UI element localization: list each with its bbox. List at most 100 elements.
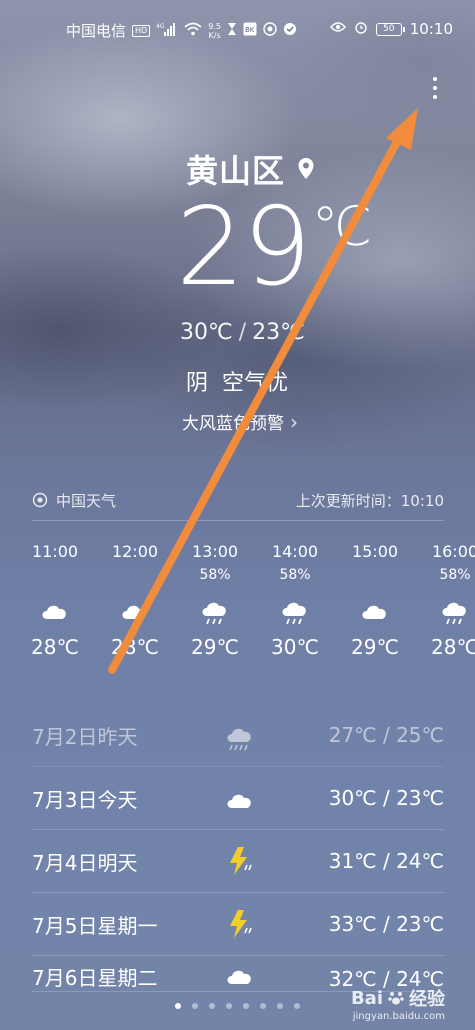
- day-temp-range: 30℃ / 23℃: [328, 786, 444, 810]
- cellular-signal-icon: 4G: [156, 22, 178, 40]
- day-label: 7月4日明天: [32, 850, 138, 875]
- divider: [32, 520, 444, 521]
- current-temp-unit: ℃: [311, 195, 373, 258]
- hour-temp: 29℃: [351, 635, 399, 659]
- updated-label: 上次更新时间：: [295, 491, 401, 510]
- shower-icon: [175, 586, 255, 632]
- hourly-item: 13:00 58% 29℃: [175, 540, 255, 662]
- hour-time: 13:00: [191, 542, 239, 561]
- arrow-head: [386, 108, 418, 150]
- app-badge-icon: [263, 21, 277, 40]
- eye-icon: [329, 21, 346, 37]
- hour-time: 16:00: [431, 542, 475, 561]
- hourly-item: 15:00 29℃: [335, 540, 415, 662]
- network-speed: 9.5 K/s: [208, 22, 221, 40]
- day-label: 7月2日昨天: [32, 724, 138, 749]
- page-dot: [243, 1003, 249, 1009]
- range-separator: /: [238, 320, 247, 345]
- page-dot-active: [175, 1003, 181, 1009]
- daily-row[interactable]: 7月4日明天 31℃ / 24℃: [32, 830, 444, 893]
- daily-row[interactable]: 7月5日星期一 33℃ / 23℃: [32, 893, 444, 956]
- speed-value: 9.5: [208, 21, 221, 31]
- carrier-label: 中国电信: [66, 22, 127, 40]
- more-options-button[interactable]: [422, 70, 448, 106]
- alarm-icon: [354, 20, 368, 38]
- paw-icon: [388, 992, 404, 1005]
- svg-text:4G: 4G: [156, 23, 165, 30]
- cloud-icon: [220, 781, 260, 815]
- hd-badge: HD: [132, 24, 151, 37]
- hour-temp: 28℃: [111, 635, 159, 659]
- cloud-icon: [220, 957, 260, 991]
- hour-time: 11:00: [31, 542, 79, 561]
- today-range: 30℃/23℃: [180, 320, 305, 345]
- wifi-icon: [184, 22, 202, 40]
- chevron-right-icon: ›: [290, 409, 298, 434]
- daily-row[interactable]: 7月2日昨天 27℃ / 25℃: [32, 704, 444, 767]
- watermark-brand: Bai: [350, 987, 383, 1009]
- dot-1: [433, 77, 437, 81]
- dot-2: [433, 86, 437, 90]
- daily-row[interactable]: 7月3日今天 30℃ / 23℃: [32, 767, 444, 830]
- daily-forecast: 7月2日昨天 27℃ / 25℃ 7月3日今天 30℃ / 23℃ 7月4日明天 31℃ …: [32, 704, 444, 992]
- hour-time: 14:00: [271, 542, 319, 561]
- page-dot: [294, 1003, 300, 1009]
- current-temperature: 29 ℃: [176, 192, 372, 304]
- hourly-item: 16:00 58% 28℃: [415, 540, 475, 662]
- hour-temp: 30℃: [271, 635, 319, 659]
- precip-chance: [95, 564, 175, 586]
- current-temp-value: 29: [176, 185, 311, 310]
- cloud-icon: [95, 586, 175, 632]
- precip-chance: 58%: [199, 567, 231, 583]
- page-dot: [192, 1003, 198, 1009]
- hourglass-icon: [227, 22, 237, 40]
- hourly-item: 14:00 58% 30℃: [255, 540, 335, 662]
- hourly-forecast[interactable]: 11:00 28℃ 12:00 28℃ 13:00 58% 29℃ 14:00 58% 30℃ 15…: [0, 540, 475, 680]
- day-label: 7月5日星期一: [32, 913, 158, 938]
- last-updated: 上次更新时间：10:10: [296, 490, 444, 511]
- rain-icon: [220, 718, 260, 752]
- hour-time: 12:00: [111, 542, 159, 561]
- shield-icon: [283, 22, 297, 40]
- hour-time: 15:00: [351, 542, 399, 561]
- watermark-suffix: 经验: [409, 989, 445, 1010]
- hour-temp: 28℃: [31, 635, 79, 659]
- day-temp-range: 33℃ / 23℃: [328, 912, 444, 936]
- cloud-icon: [335, 586, 415, 632]
- source-provider: 中国天气: [32, 490, 116, 511]
- watermark-url: jingyan.baidu.com: [352, 1011, 445, 1022]
- battery-indicator: 50: [375, 22, 405, 36]
- precip-chance: 58%: [439, 567, 471, 583]
- page-dot: [226, 1003, 232, 1009]
- status-time: 10:10: [409, 20, 453, 38]
- dot-3: [433, 95, 437, 99]
- status-bar: 中国电信 HD 4G 9.5 K/s BK 50 10:10: [0, 0, 475, 58]
- precip-chance: [15, 564, 95, 586]
- location-pin-icon: [298, 158, 314, 179]
- shower-icon: [255, 586, 335, 632]
- precip-chance: 58%: [279, 567, 311, 583]
- day-label: 7月6日星期二: [32, 966, 158, 990]
- cloud-icon: [15, 586, 95, 632]
- warning-text: 大风蓝色预警: [182, 414, 284, 434]
- status-left: 中国电信 HD 4G 9.5 K/s BK: [66, 20, 297, 41]
- page-dot: [277, 1003, 283, 1009]
- condition-line: 阴 空气优: [186, 365, 288, 397]
- weather-warning[interactable]: 大风蓝色预警 ›: [182, 409, 298, 435]
- app-notification-icon: BK: [243, 22, 257, 40]
- hourly-item: 11:00 28℃: [15, 540, 95, 662]
- shower-icon: [415, 586, 475, 632]
- provider-name: 中国天气: [56, 491, 117, 510]
- page-dot: [260, 1003, 266, 1009]
- today-high: 30℃: [180, 320, 233, 345]
- baidu-jingyan-watermark: Bai 经验 jingyan.baidu.com: [351, 985, 445, 1023]
- status-right: 50 10:10: [329, 20, 453, 38]
- air-quality: 空气优: [222, 371, 289, 396]
- watermark-logo: Bai 经验: [351, 985, 445, 1011]
- hourly-item: 12:00 28℃: [95, 540, 175, 662]
- day-temp-range: 27℃ / 25℃: [328, 723, 444, 747]
- speed-unit: K/s: [208, 30, 221, 40]
- page-dot: [209, 1003, 215, 1009]
- precip-chance: [335, 564, 415, 586]
- thunder-icon: [220, 844, 260, 878]
